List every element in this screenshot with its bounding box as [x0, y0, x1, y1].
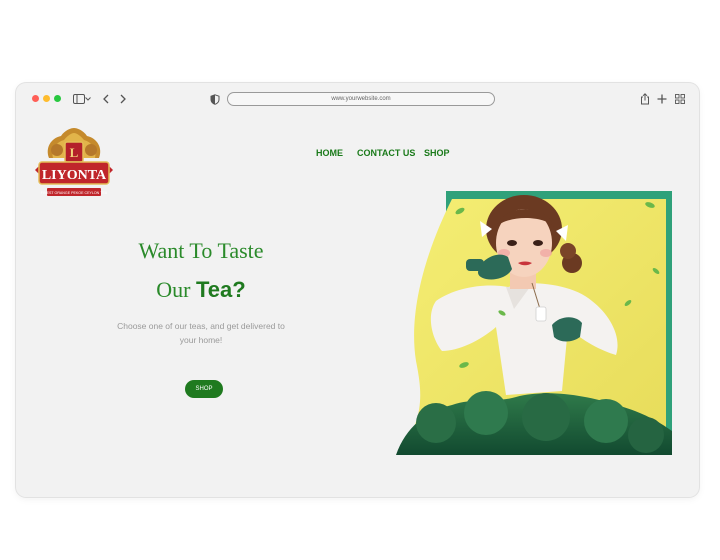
tab-overview-icon[interactable] [673, 92, 687, 106]
shop-button[interactable]: SHOP [185, 380, 223, 398]
nav-shop-link[interactable]: SHOP [424, 148, 450, 162]
hero-headline-tea: Tea? [196, 277, 246, 302]
back-icon[interactable] [99, 92, 113, 106]
share-icon[interactable] [638, 92, 652, 106]
chevron-down-icon[interactable] [84, 92, 92, 106]
forward-icon[interactable] [116, 92, 130, 106]
privacy-shield-icon[interactable] [208, 92, 222, 106]
hero-illustration [396, 191, 672, 455]
address-bar[interactable]: www.yourwebsite.com [227, 92, 495, 106]
nav-home-link[interactable]: HOME [316, 148, 343, 162]
hero-headline-our: Our [156, 277, 196, 302]
hero-headline-line2: Our Tea? [96, 279, 306, 301]
browser-window: www.yourwebsite.com L LIYONTA FINEST ORA… [16, 83, 699, 497]
browser-toolbar: www.yourwebsite.com [16, 83, 699, 113]
logo-monogram: L [70, 145, 79, 160]
logo-brand-text: LIYONTA [42, 168, 107, 183]
url-text: www.yourwebsite.com [331, 96, 391, 102]
hero-subtitle: Choose one of our teas, and get delivere… [117, 321, 285, 345]
hero-headline-line1: Want To Taste [138, 238, 264, 263]
new-tab-icon[interactable] [655, 92, 669, 106]
close-window-button[interactable] [32, 95, 39, 102]
minimize-window-button[interactable] [43, 95, 50, 102]
maximize-window-button[interactable] [54, 95, 61, 102]
logo-tagline-text: FINEST ORANGE PEKOE CEYLON TEA [41, 191, 108, 195]
nav-contact-link[interactable]: CONTACT US [357, 148, 415, 162]
liyonta-logo[interactable]: L LIYONTA FINEST ORANGE PEKOE CEYLON TEA [31, 126, 117, 200]
